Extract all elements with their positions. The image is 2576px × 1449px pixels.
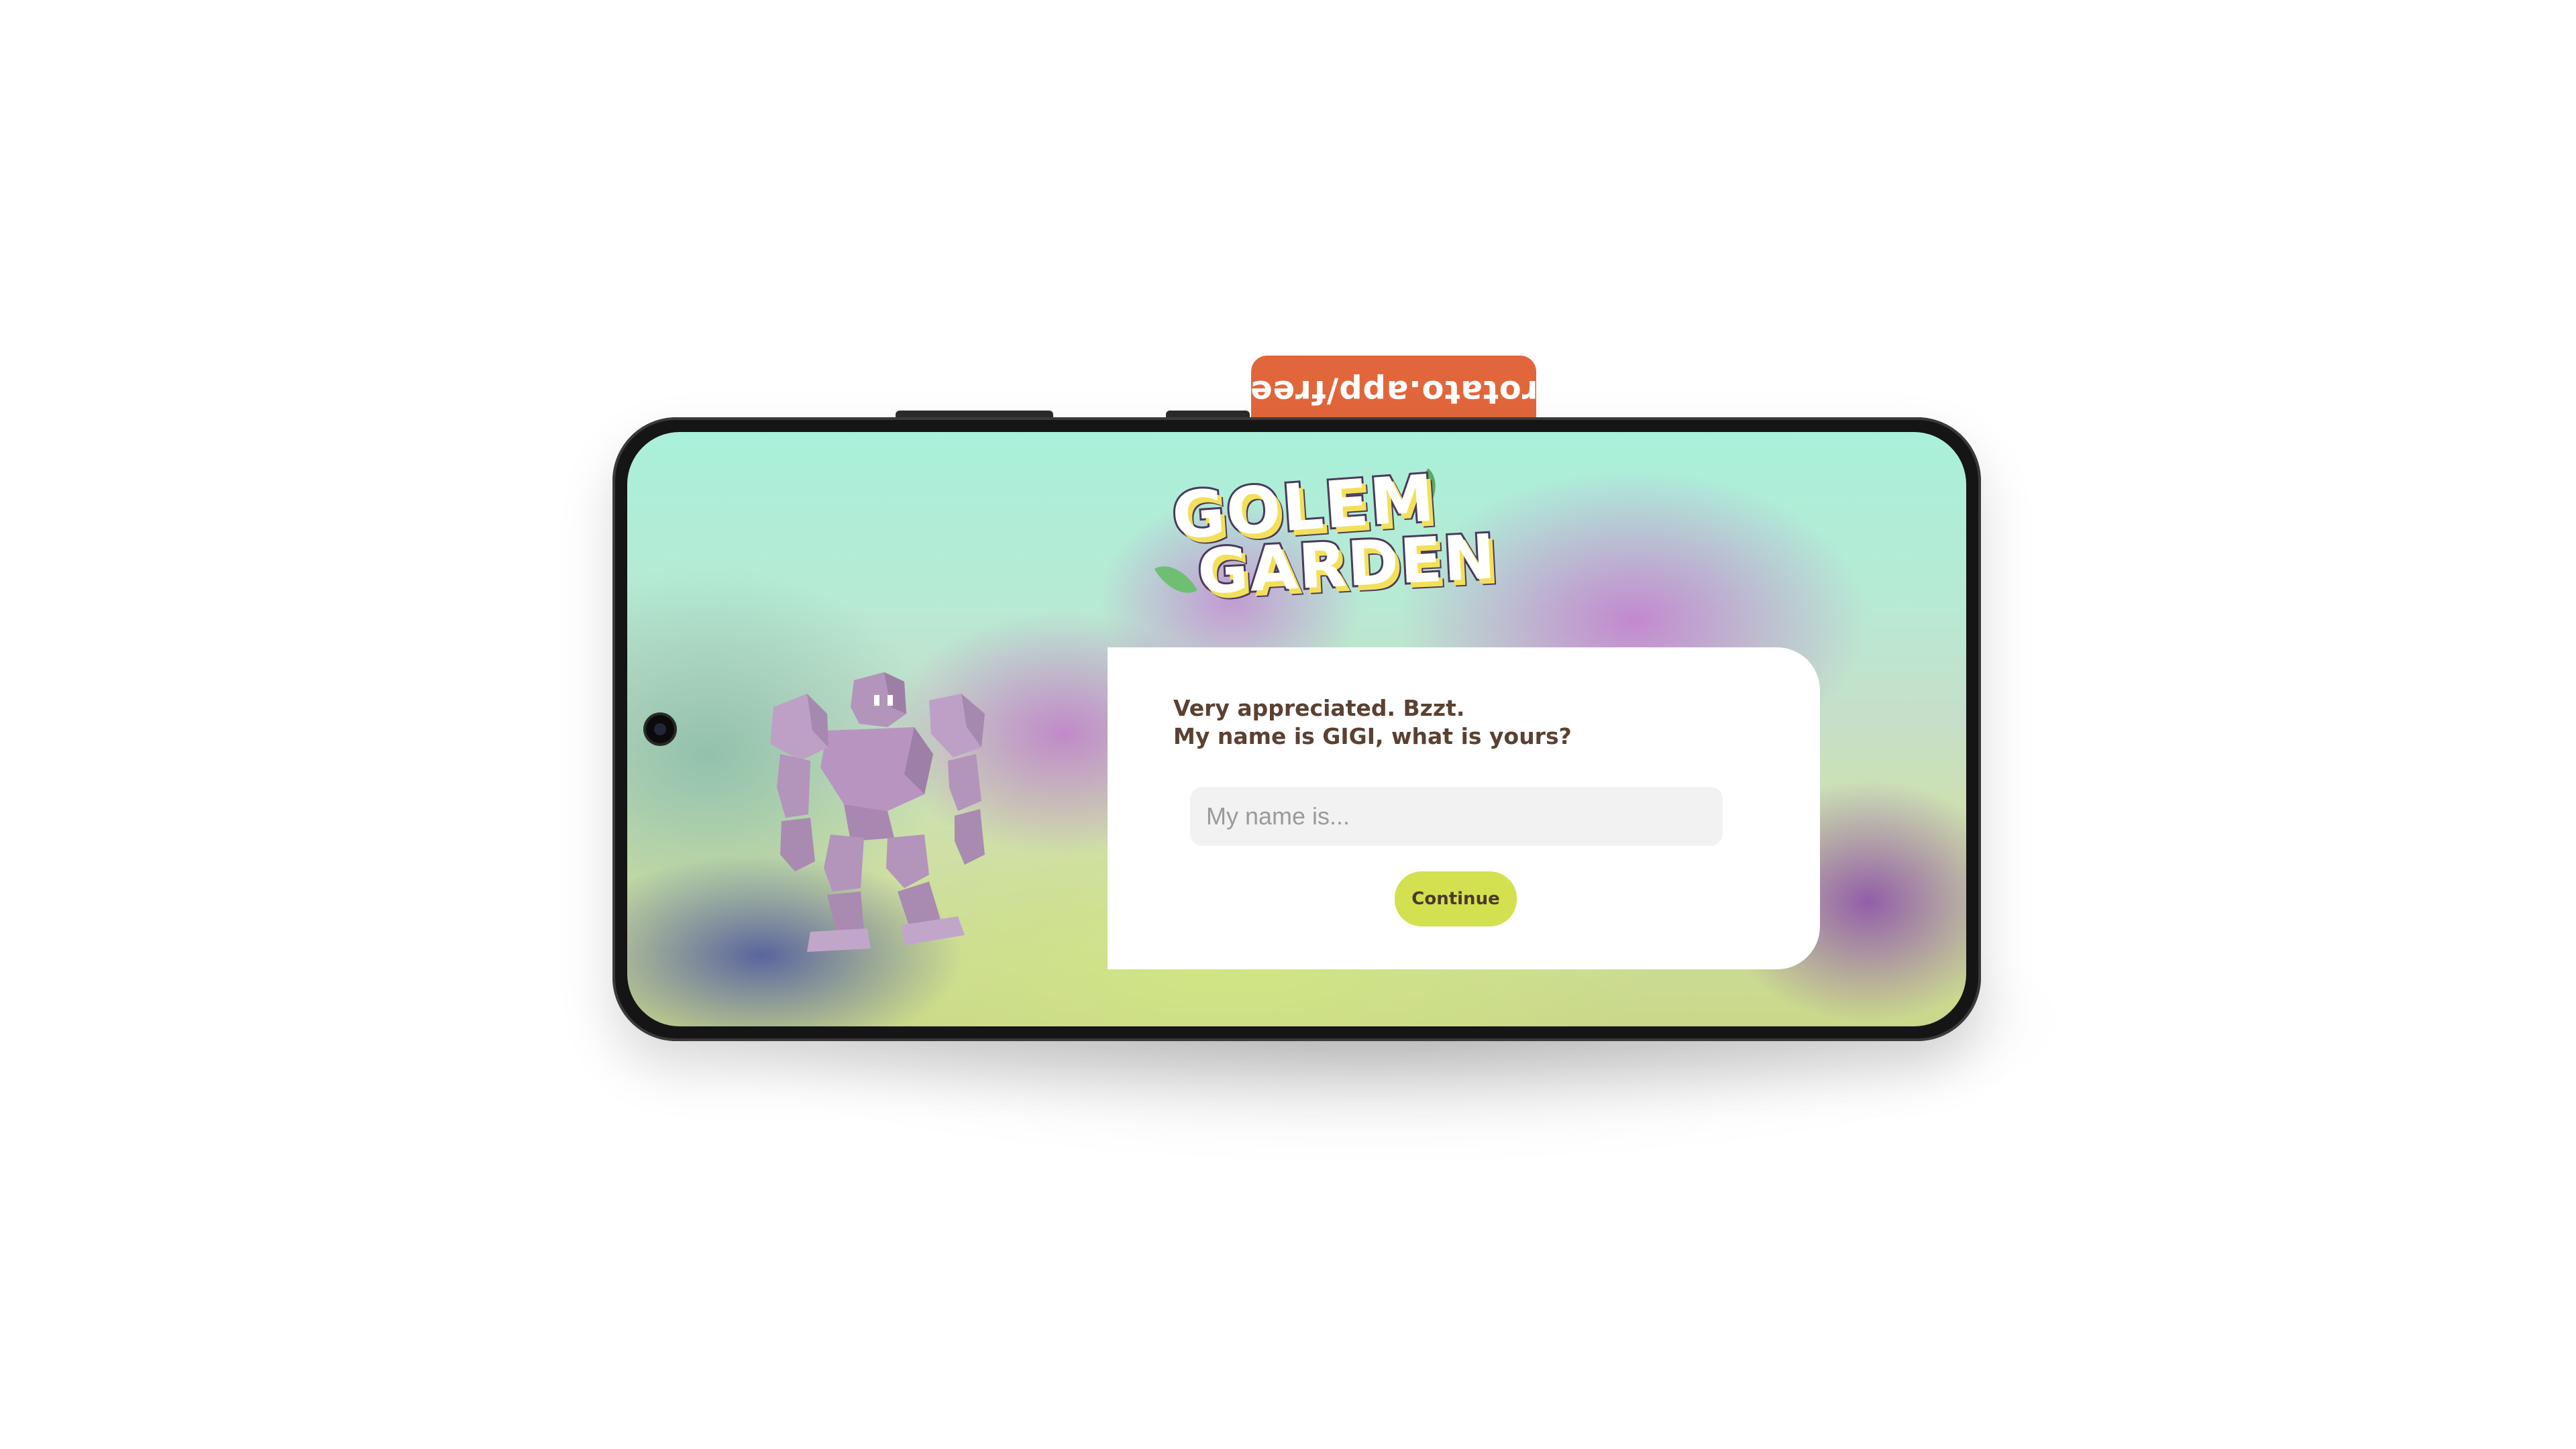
dialog-line-1: Very appreciated. Bzzt.: [1173, 695, 1465, 721]
game-screen: GOLEM GARDEN Very appreciated. Bzzt. My …: [627, 432, 1966, 1026]
continue-button[interactable]: Continue: [1395, 871, 1517, 926]
phone-side-button: [1166, 411, 1250, 417]
watermark-text: rotato.app/free: [1249, 373, 1538, 411]
name-input[interactable]: [1190, 787, 1723, 846]
device-mockup-stage: rotato.app/free GOLEM GARDEN Very apprec…: [0, 0, 2576, 1449]
game-logo: GOLEM GARDEN: [1154, 458, 1500, 613]
front-camera-icon: [646, 715, 674, 743]
golem-icon: [770, 672, 985, 952]
dialog-line-2: My name is GIGI, what is yours?: [1173, 723, 1572, 749]
dialog-message: Very appreciated. Bzzt. My name is GIGI,…: [1173, 694, 1572, 751]
logo-word-garden: GARDEN: [1194, 519, 1501, 610]
leaf-icon: [1154, 555, 1198, 604]
phone-frame: GOLEM GARDEN Very appreciated. Bzzt. My …: [612, 417, 1981, 1041]
name-dialog: Very appreciated. Bzzt. My name is GIGI,…: [1108, 647, 1820, 969]
phone-side-button: [896, 411, 1053, 417]
